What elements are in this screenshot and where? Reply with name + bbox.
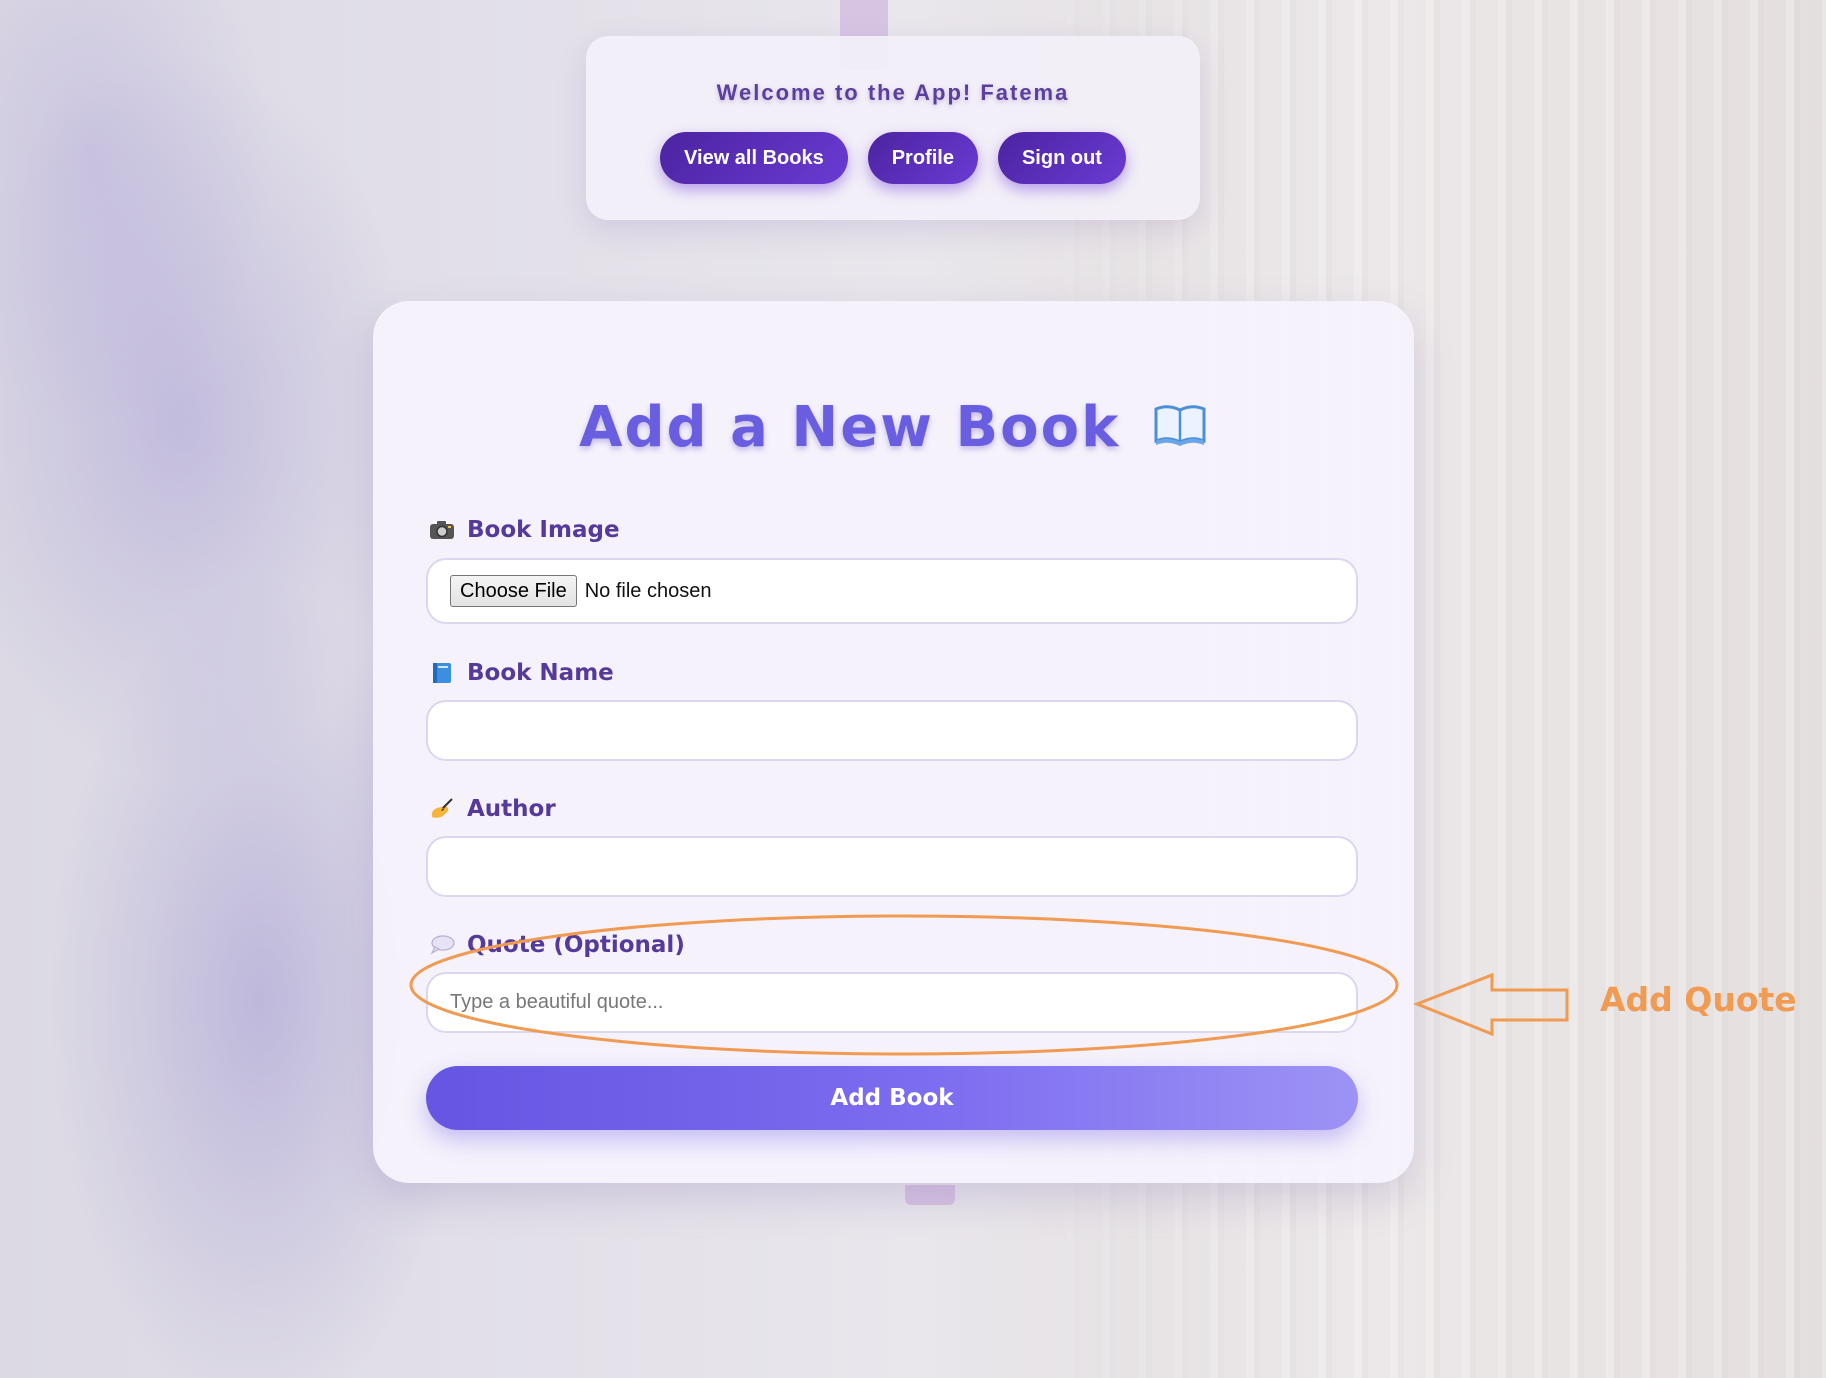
- quote-label: Quote (Optional): [429, 932, 685, 958]
- speech-bubble-icon: [429, 934, 455, 956]
- book-name-input[interactable]: [428, 702, 1356, 759]
- file-status-text: No file chosen: [584, 579, 712, 602]
- page-title: Add a New Book: [579, 395, 1121, 460]
- annotation-label: Add Quote: [1600, 980, 1797, 1019]
- book-name-field: [426, 700, 1358, 761]
- left-arrow-icon: [1412, 972, 1569, 1037]
- book-image-label: Book Image: [429, 517, 620, 543]
- form-title-wrap: Add a New Book: [373, 395, 1414, 463]
- author-label: Author: [429, 796, 556, 822]
- sign-out-button[interactable]: Sign out: [997, 132, 1126, 184]
- book-image-field: Choose File No file chosen: [426, 558, 1358, 624]
- background-ribbon: [905, 1185, 955, 1205]
- writing-hand-icon: [429, 798, 455, 820]
- blue-book-icon: [429, 662, 455, 684]
- book-name-label: Book Name: [429, 660, 614, 686]
- add-book-form: Add a New Book Book Image Choose File No…: [373, 301, 1414, 1183]
- camera-icon: [429, 519, 455, 541]
- profile-button[interactable]: Profile: [867, 132, 978, 184]
- author-label-text: Author: [467, 796, 556, 822]
- view-all-books-button[interactable]: View all Books: [660, 132, 848, 184]
- quote-field: [426, 972, 1358, 1033]
- book-image-label-text: Book Image: [467, 517, 620, 543]
- author-input[interactable]: [428, 838, 1356, 895]
- welcome-message: Welcome to the App! Fatema: [716, 80, 1070, 105]
- header-card: Welcome to the App! Fatema View all Book…: [586, 36, 1200, 220]
- open-book-icon: [1152, 398, 1208, 463]
- quote-label-text: Quote (Optional): [467, 932, 685, 958]
- choose-file-button[interactable]: Choose File: [450, 575, 577, 607]
- author-field: [426, 836, 1358, 897]
- quote-input[interactable]: [428, 974, 1356, 1031]
- add-book-button[interactable]: Add Book: [426, 1066, 1358, 1130]
- nav-bar: View all Books Profile Sign out: [586, 132, 1200, 184]
- book-name-label-text: Book Name: [467, 660, 614, 686]
